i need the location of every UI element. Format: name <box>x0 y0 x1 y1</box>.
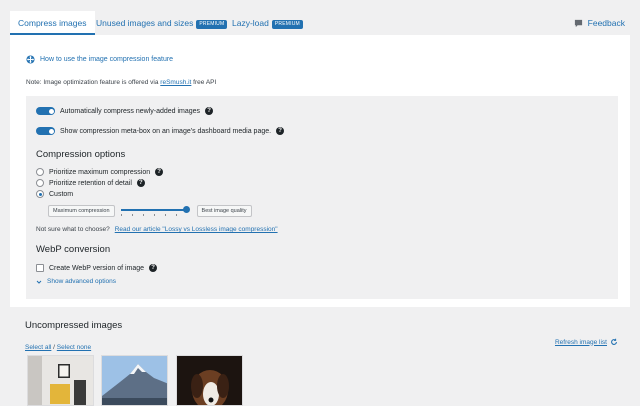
lossy-article-link[interactable]: Read our article "Lossy vs Lossless imag… <box>115 226 278 233</box>
refresh-image-list[interactable]: Refresh image list <box>555 338 618 346</box>
slider-tick <box>131 214 133 216</box>
tab-compress-images[interactable]: Compress images <box>10 11 95 35</box>
webp-heading: WebP conversion <box>36 244 111 255</box>
feedback-icon <box>574 19 582 27</box>
thumbnail-interior-photo <box>28 356 93 405</box>
api-note: Note: Image optimization feature is offe… <box>26 79 216 86</box>
help-circle-icon[interactable]: ? <box>149 264 158 272</box>
webp-row: Create WebP version of image ? <box>36 264 158 272</box>
main-panel: How to use the image compression feature… <box>10 35 630 307</box>
slider-tick <box>175 214 177 216</box>
howto-label: How to use the image compression feature <box>40 56 174 63</box>
radio-retain-detail[interactable] <box>36 179 44 187</box>
auto-compress-toggle[interactable] <box>36 107 55 115</box>
radio-custom[interactable] <box>36 190 44 198</box>
slider-tick <box>153 214 155 216</box>
thumbnail-puppy-photo <box>177 356 242 405</box>
note-prefix: Note: Image optimization feature is offe… <box>26 79 161 86</box>
compression-heading: Compression options <box>36 149 126 160</box>
slider-thumb[interactable] <box>182 206 190 213</box>
tab-label: Lazy-load <box>232 18 269 28</box>
quality-slider[interactable] <box>120 206 191 216</box>
feedback-link[interactable]: Feedback <box>574 18 625 28</box>
toggle-row-metabox: Show compression meta-box on an image's … <box>36 127 285 135</box>
radio-label: Prioritize maximum compression <box>49 168 151 176</box>
slider-track <box>120 209 187 211</box>
tab-label: Compress images <box>18 18 87 28</box>
radio-row-detail: Prioritize retention of detail ? <box>36 179 145 187</box>
toggle-label: Automatically compress newly-added image… <box>60 107 201 115</box>
image-thumbnail[interactable] <box>176 355 243 406</box>
select-all-link[interactable]: Select all <box>25 344 51 351</box>
slider-max-label: Best image quality <box>196 205 252 217</box>
slider-tick <box>164 214 166 216</box>
radio-label: Custom <box>49 190 74 198</box>
radio-max-compression[interactable] <box>36 168 44 176</box>
howto-link[interactable]: How to use the image compression feature <box>26 55 173 64</box>
not-sure-row: Not sure what to choose? Read our articl… <box>36 226 278 233</box>
resmush-link[interactable]: reSmush.it <box>160 79 191 86</box>
slider-tick <box>142 214 144 216</box>
help-circle-icon[interactable]: ? <box>205 107 214 115</box>
webp-checkbox[interactable] <box>36 264 44 272</box>
select-none-link[interactable]: Select none <box>57 344 91 351</box>
toggle-label: Show compression meta-box on an image's … <box>60 127 272 135</box>
premium-badge: PREMIUM <box>271 20 303 29</box>
compression-icon <box>26 55 35 64</box>
premium-badge: PREMIUM <box>196 20 228 29</box>
settings-box: Automatically compress newly-added image… <box>26 96 618 299</box>
advanced-label: Show advanced options <box>47 278 117 285</box>
tab-bar: Compress images Unused images and sizes P… <box>0 0 640 35</box>
select-links: Select all / Select none <box>25 344 91 351</box>
refresh-label: Refresh image list <box>554 338 607 346</box>
tab-lazy-load[interactable]: Lazy-load PREMIUM <box>224 11 311 35</box>
radio-row-custom: Custom <box>36 190 73 198</box>
uncompressed-heading: Uncompressed images <box>25 320 123 331</box>
help-circle-icon[interactable]: ? <box>276 127 285 135</box>
feedback-label: Feedback <box>587 18 625 28</box>
toggle-row-auto-compress: Automatically compress newly-added image… <box>36 107 214 115</box>
image-thumbnail[interactable] <box>101 355 168 406</box>
webp-label: Create WebP version of image <box>49 264 145 272</box>
metabox-toggle[interactable] <box>36 127 55 135</box>
radio-row-max: Prioritize maximum compression ? <box>36 168 164 176</box>
tab-unused-images[interactable]: Unused images and sizes PREMIUM <box>88 11 235 35</box>
thumbnail-mountain-photo <box>102 356 167 405</box>
refresh-icon <box>611 338 617 345</box>
not-sure-text: Not sure what to choose? <box>36 226 110 233</box>
slider-min-label: Maximum compression <box>48 205 115 217</box>
slider-row: Maximum compression Best image quality <box>48 205 252 217</box>
note-suffix: free API <box>191 79 217 86</box>
advanced-options-link[interactable]: Show advanced options <box>36 278 116 285</box>
radio-label: Prioritize retention of detail <box>49 179 132 187</box>
help-circle-icon[interactable]: ? <box>155 168 164 176</box>
image-thumbnail[interactable] <box>27 355 94 406</box>
help-circle-icon[interactable]: ? <box>136 179 145 187</box>
slider-tick <box>120 214 122 216</box>
chevron-down-icon <box>36 280 42 284</box>
tab-label: Unused images and sizes <box>96 18 194 28</box>
